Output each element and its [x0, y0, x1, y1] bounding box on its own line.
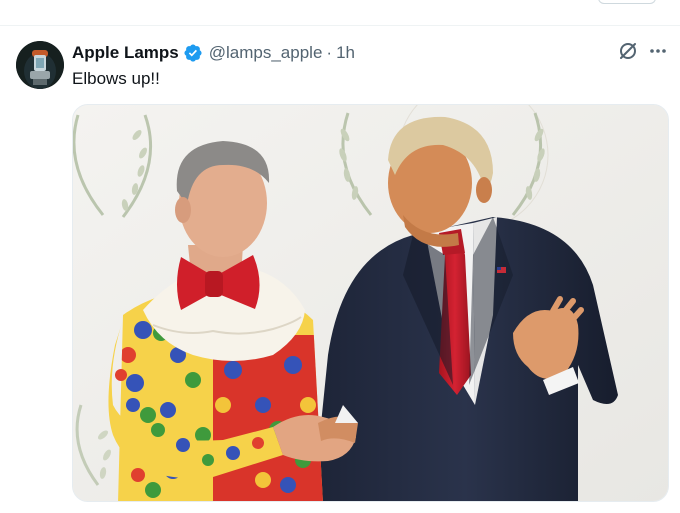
more-options-button[interactable] [646, 41, 670, 65]
avatar[interactable] [16, 41, 64, 89]
separator-dot: · [326, 43, 333, 62]
tweet-text: Elbows up!! [72, 69, 160, 88]
display-name[interactable]: Apple Lamps [72, 43, 179, 63]
more-icon [648, 41, 668, 66]
grok-button[interactable] [616, 41, 640, 65]
tweet-header: Apple Lamps @lamps_apple · 1h [72, 41, 355, 65]
user-handle[interactable]: @lamps_apple [209, 43, 323, 63]
verified-badge-icon [183, 43, 203, 63]
tweet-photo[interactable] [72, 104, 669, 502]
previous-tweet-button-edge [598, 0, 656, 4]
previous-tweet-edge [0, 0, 680, 26]
grok-icon [618, 41, 638, 66]
tweet[interactable]: Apple Lamps @lamps_apple · 1h Elbows up!… [0, 27, 680, 513]
timestamp[interactable]: 1h [336, 43, 355, 63]
